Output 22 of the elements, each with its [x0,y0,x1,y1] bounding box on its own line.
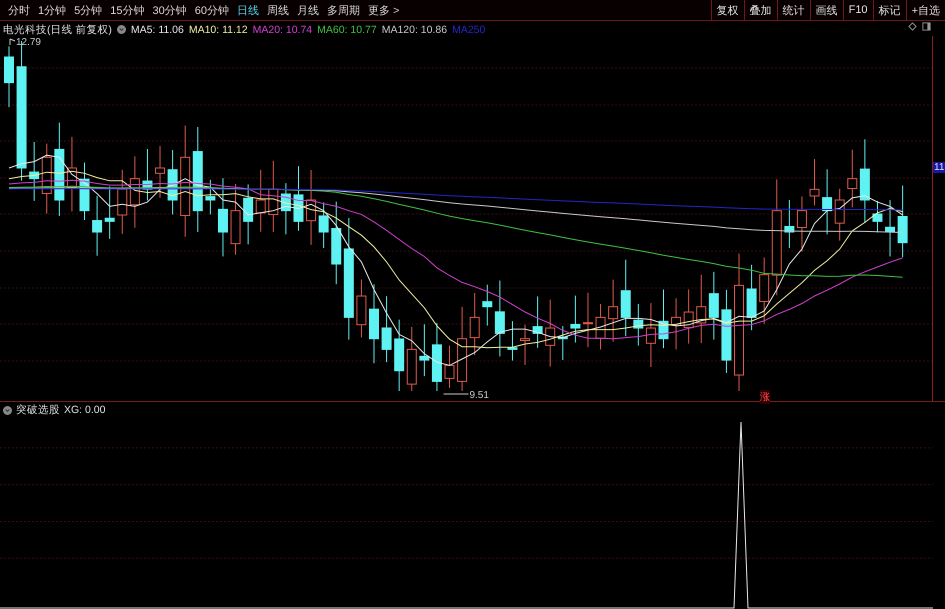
period-tab[interactable]: 60分钟 [190,2,233,18]
ma-value: MA5: 11.06 [130,24,184,36]
period-tab[interactable]: 周线 [263,2,293,18]
ma-value: MA20: 10.74 [252,24,312,36]
period-tab[interactable]: 30分钟 [148,2,191,18]
ma-value: MA120: 10.86 [382,24,448,36]
rise-marker: 涨 [760,390,770,404]
period-tab[interactable]: 分时 [4,2,34,18]
period-tab[interactable]: 15分钟 [106,2,148,18]
ma-value: MA250 [452,24,486,36]
period-tab[interactable]: 月线 [293,2,323,18]
indicator-value: XG: 0.00 [64,404,106,416]
period-tab[interactable]: 多周期 [323,2,364,18]
ma-value: MA10: 11.12 [188,24,248,36]
stock-title: 电光科技(日线 前复权) [3,22,112,36]
price-axis-label: 11 [933,162,945,173]
period-tab[interactable]: 日线 [233,2,263,18]
ma-value: MA60: 10.77 [317,24,377,36]
indicator-title: 突破选股 [16,403,60,417]
period-tab[interactable]: 1分钟 [34,2,70,18]
more-menu[interactable]: 更多 > [364,2,404,18]
period-tab[interactable]: 5分钟 [70,2,106,18]
